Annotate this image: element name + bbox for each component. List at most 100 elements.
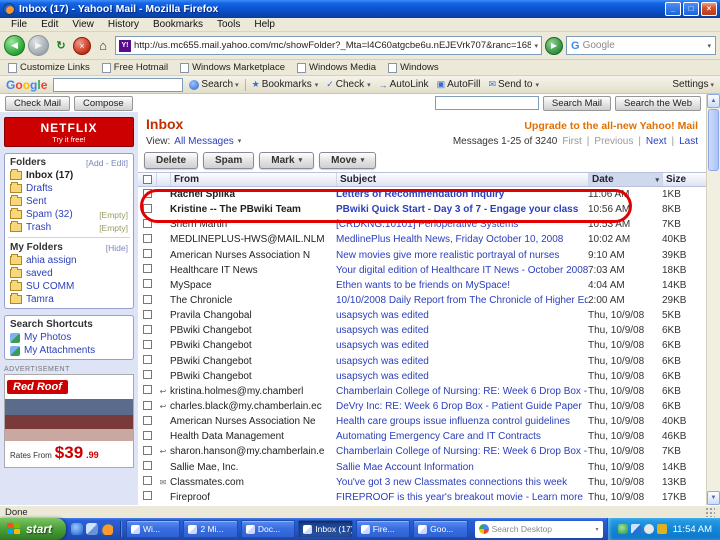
- subject-column-header[interactable]: Subject: [336, 173, 588, 186]
- message-row[interactable]: MEDLINEPLUS-HWS@MAIL.NLM MedlinePlus Hea…: [138, 232, 706, 247]
- menu-item[interactable]: History: [101, 19, 146, 30]
- message-checkbox[interactable]: [143, 324, 152, 334]
- message-subject-link[interactable]: Ethen wants to be friends on MySpace!: [336, 280, 588, 291]
- security-shield-icon[interactable]: [617, 524, 628, 534]
- stop-button[interactable]: ×: [73, 36, 91, 55]
- message-row[interactable]: American Nurses Association N New movies…: [138, 248, 706, 263]
- scroll-up-arrow[interactable]: ▲: [707, 94, 720, 108]
- message-checkbox[interactable]: [143, 370, 152, 380]
- message-checkbox[interactable]: [143, 218, 152, 228]
- message-subject-link[interactable]: New movies give more realistic portrayal…: [336, 250, 588, 261]
- message-subject-link[interactable]: MedlinePlus Health News, Friday October …: [336, 234, 588, 245]
- message-checkbox[interactable]: [143, 264, 152, 274]
- menu-item[interactable]: View: [65, 19, 101, 30]
- bookmark-item[interactable]: Customize Links: [8, 62, 90, 73]
- message-subject-link[interactable]: Your digital edition of Healthcare IT Ne…: [336, 265, 588, 276]
- menu-item[interactable]: Help: [247, 19, 282, 30]
- my-folder-item[interactable]: SU COMM: [8, 280, 130, 293]
- search-web-button[interactable]: Search the Web: [615, 95, 701, 111]
- folder-item[interactable]: Sent: [8, 195, 130, 208]
- home-button[interactable]: ⌂: [94, 37, 112, 55]
- message-row[interactable]: Rachel Spilka Letters of Recommendation …: [138, 187, 706, 202]
- message-checkbox[interactable]: [143, 249, 152, 259]
- message-row[interactable]: ✉ Classmates.com You've got 3 new Classm…: [138, 475, 706, 490]
- message-subject-link[interactable]: PBwiki Quick Start - Day 3 of 7 - Engage…: [336, 204, 588, 215]
- message-checkbox[interactable]: [143, 445, 152, 455]
- message-row[interactable]: PBwiki Changebot usapsych was edited Thu…: [138, 369, 706, 384]
- taskbar-window-button[interactable]: Goo...: [413, 520, 468, 538]
- messenger-icon[interactable]: [656, 524, 667, 534]
- check-mail-button[interactable]: Check Mail: [5, 95, 70, 111]
- message-subject-link[interactable]: Health care groups issue influenza contr…: [336, 416, 588, 427]
- reload-button[interactable]: ↻: [52, 37, 70, 55]
- message-checkbox[interactable]: [143, 279, 152, 289]
- window-titlebar[interactable]: Inbox (17) - Yahoo! Mail - Mozilla Firef…: [0, 0, 720, 18]
- action-button[interactable]: Delete: [144, 151, 199, 169]
- message-checkbox[interactable]: [143, 476, 152, 486]
- my-folder-item[interactable]: ahia assign: [8, 254, 130, 267]
- message-subject-link[interactable]: usapsych was edited: [336, 325, 588, 336]
- upgrade-link[interactable]: Upgrade to the all-new Yahoo! Mail: [524, 120, 698, 132]
- google-toolbar-item[interactable]: → AutoLink: [379, 79, 429, 90]
- google-toolbar-item[interactable]: ★ Bookmarks: [252, 79, 319, 90]
- volume-icon[interactable]: [643, 524, 654, 534]
- message-subject-link[interactable]: Chamberlain College of Nursing: RE: Week…: [336, 386, 588, 397]
- message-checkbox[interactable]: [143, 233, 152, 243]
- message-checkbox[interactable]: [143, 355, 152, 365]
- from-column-header[interactable]: From: [170, 173, 336, 186]
- scrollbar-thumb[interactable]: [708, 109, 719, 171]
- message-row[interactable]: PBwiki Changebot usapsych was edited Thu…: [138, 323, 706, 338]
- minimize-button[interactable]: _: [665, 2, 681, 16]
- message-row[interactable]: ↩ sharon.hanson@my.chamberlain.e Chamber…: [138, 444, 706, 459]
- message-row[interactable]: PBwiki Changebot usapsych was edited Thu…: [138, 354, 706, 369]
- taskbar-window-button[interactable]: Inbox (17) - Y...: [298, 520, 353, 538]
- google-toolbar-search-input[interactable]: [53, 77, 184, 92]
- folder-item[interactable]: Spam (32) [Empty]: [8, 208, 130, 221]
- message-checkbox[interactable]: [143, 339, 152, 349]
- web-search-input[interactable]: G Google ▾: [566, 36, 716, 55]
- red-roof-ad[interactable]: Red Roof Rates From $39 .99: [4, 374, 134, 468]
- message-subject-link[interactable]: Letters of Recommendation Inquiry: [336, 189, 588, 200]
- taskbar-window-button[interactable]: 2 Mi...: [183, 520, 238, 538]
- close-button[interactable]: ×: [701, 2, 717, 16]
- message-checkbox[interactable]: [143, 188, 152, 198]
- compose-button[interactable]: Compose: [74, 95, 133, 111]
- folder-item[interactable]: Drafts: [8, 182, 130, 195]
- message-row[interactable]: ↩ kristina.holmes@my.chamberl Chamberlai…: [138, 384, 706, 399]
- view-selector[interactable]: All Messages: [174, 136, 233, 147]
- shortcut-item[interactable]: My Attachments: [8, 344, 130, 357]
- action-button[interactable]: Spam: [203, 151, 255, 169]
- message-checkbox[interactable]: [143, 309, 152, 319]
- empty-folder-link[interactable]: [Empty]: [99, 210, 128, 220]
- folders-add-edit-link[interactable]: [Add - Edit]: [86, 158, 128, 168]
- show-desktop-icon[interactable]: [86, 523, 99, 535]
- size-column-header[interactable]: Size: [662, 173, 706, 186]
- action-button[interactable]: Move: [319, 151, 377, 169]
- bookmark-item[interactable]: Windows: [388, 62, 439, 73]
- pager-last-link[interactable]: Last: [679, 136, 698, 147]
- resize-grip[interactable]: [705, 507, 715, 517]
- url-bar[interactable]: Y! http://us.mc655.mail.yahoo.com/mc/sho…: [115, 36, 542, 55]
- message-checkbox[interactable]: [143, 385, 152, 395]
- taskbar-window-button[interactable]: Wi...: [126, 520, 181, 538]
- empty-folder-link[interactable]: [Empty]: [99, 223, 128, 233]
- date-column-header[interactable]: Date ▾: [588, 173, 662, 186]
- message-row[interactable]: Sallie Mae, Inc. Sallie Mae Account Info…: [138, 460, 706, 475]
- message-subject-link[interactable]: FIREPROOF is this year's breakout movie …: [336, 492, 588, 503]
- message-subject-link[interactable]: Chamberlain College of Nursing: RE: Week…: [336, 446, 588, 457]
- google-toolbar-item[interactable]: ✓ Check: [326, 79, 370, 90]
- google-toolbar-item[interactable]: ✉ Send to: [488, 79, 539, 90]
- message-checkbox[interactable]: [143, 461, 152, 471]
- google-toolbar-search-button[interactable]: Search ▾: [189, 79, 239, 90]
- message-row[interactable]: Kristine -- The PBwiki Team PBwiki Quick…: [138, 202, 706, 217]
- bookmark-item[interactable]: Windows Marketplace: [180, 62, 285, 73]
- network-icon[interactable]: [630, 524, 641, 534]
- forward-button[interactable]: ▶: [28, 35, 49, 56]
- message-subject-link[interactable]: usapsych was edited: [336, 310, 588, 321]
- message-row[interactable]: Health Data Management Automating Emerge…: [138, 429, 706, 444]
- message-row[interactable]: MySpace Ethen wants to be friends on MyS…: [138, 278, 706, 293]
- taskbar-window-button[interactable]: Fire...: [355, 520, 411, 538]
- menu-item[interactable]: File: [4, 19, 34, 30]
- message-row[interactable]: Healthcare IT News Your digital edition …: [138, 263, 706, 278]
- message-subject-link[interactable]: usapsych was edited: [336, 371, 588, 382]
